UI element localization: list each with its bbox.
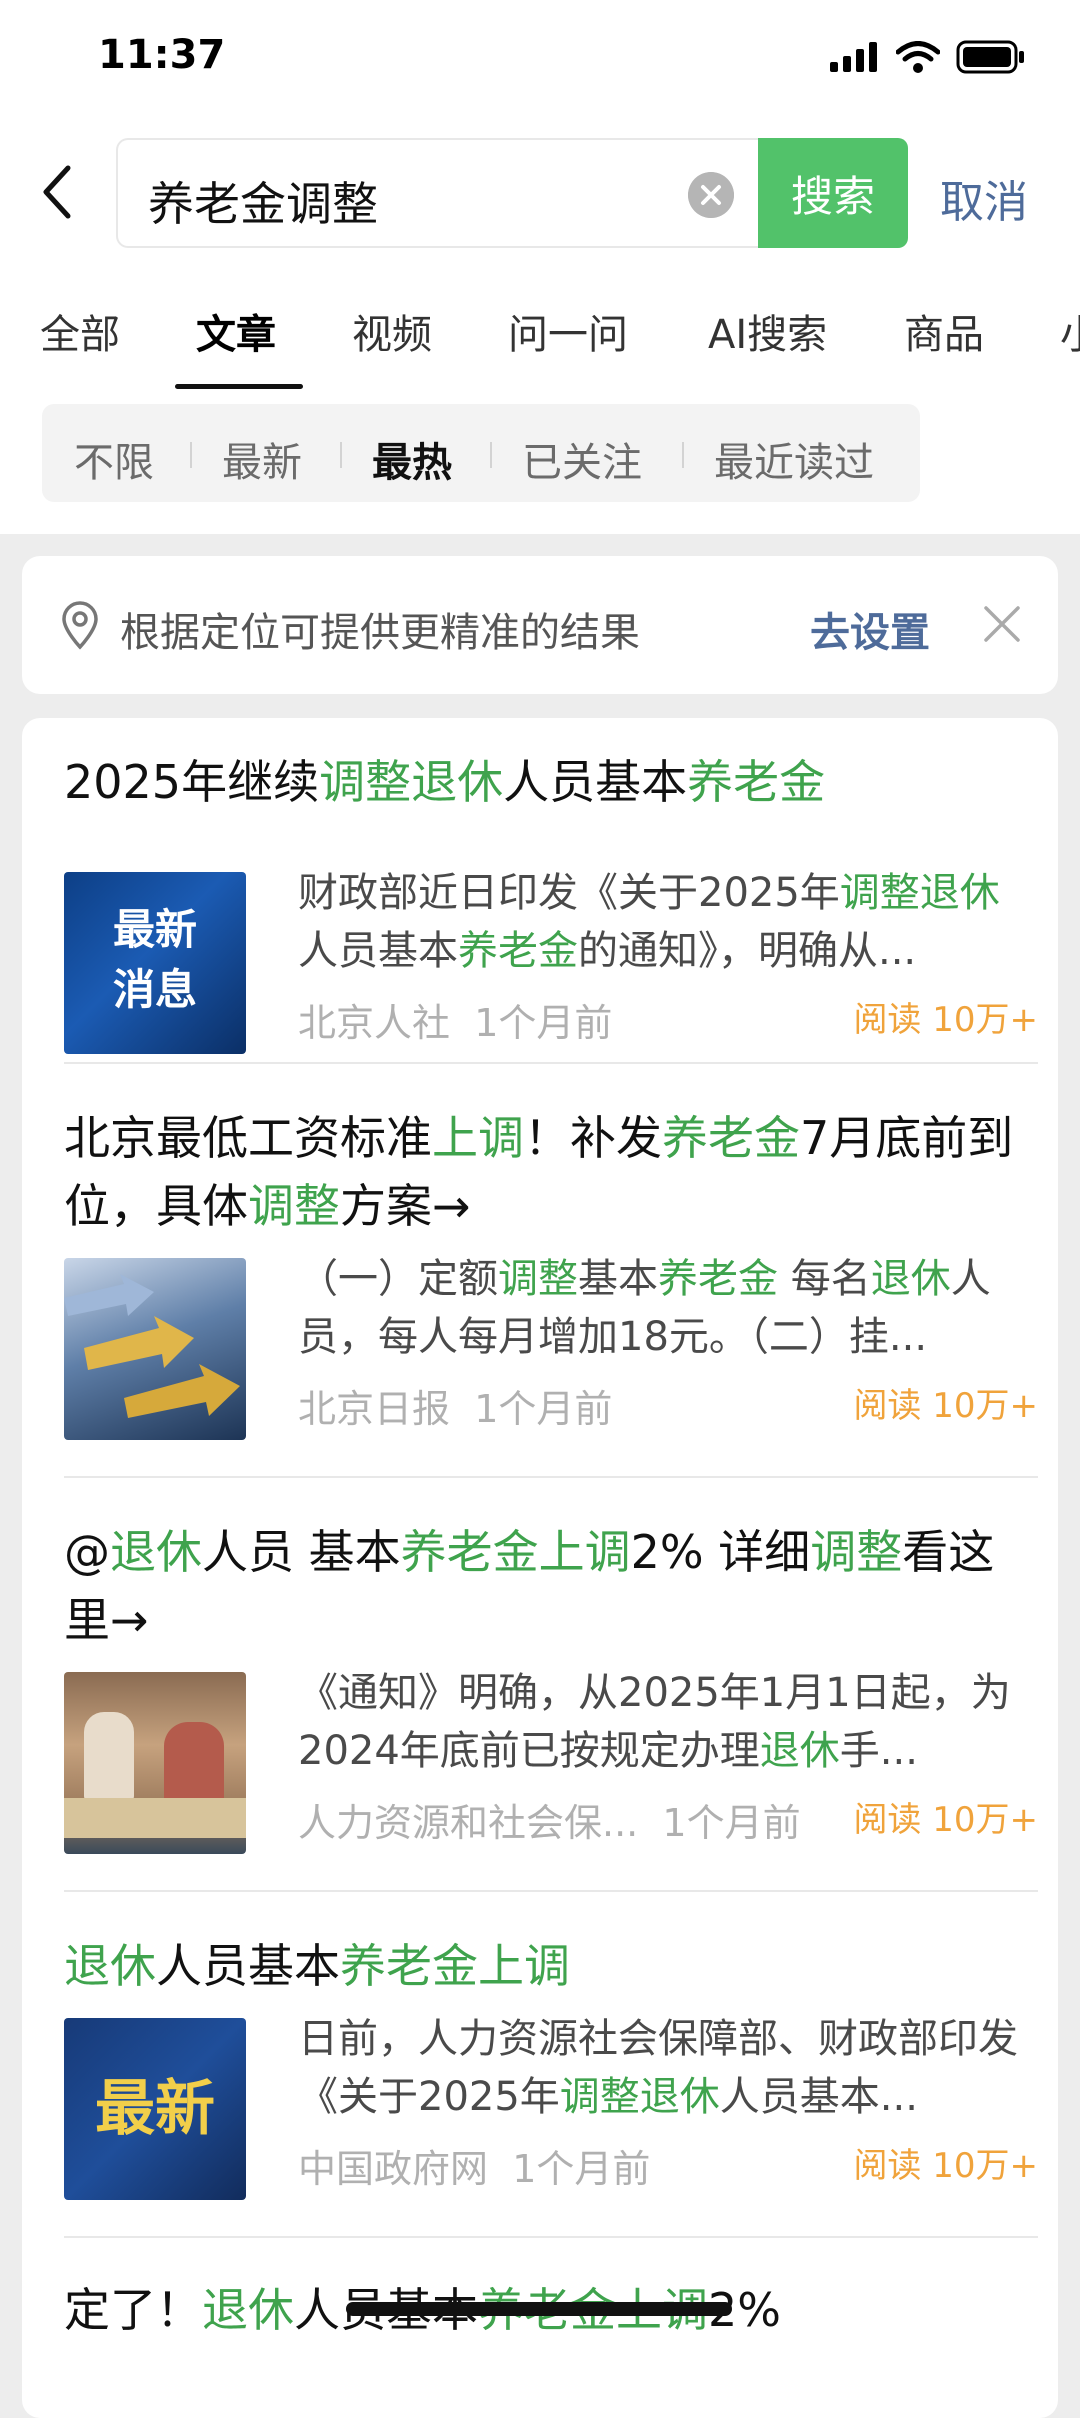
divider xyxy=(64,1890,1038,1892)
status-bar: 11:37 xyxy=(0,0,1080,120)
result-thumbnail: 最新 xyxy=(64,2018,246,2200)
search-input[interactable]: 养老金调整 xyxy=(116,138,766,248)
location-pin-icon xyxy=(62,601,98,650)
back-arrow-icon[interactable] xyxy=(36,162,80,222)
result-item[interactable]: @退休人员 基本养老金上调2% 详细调整看这里→ 《通知》明确，从2025年1月… xyxy=(64,1518,1038,1854)
result-thumbnail xyxy=(64,1258,246,1440)
tab-all[interactable]: 全部 xyxy=(40,302,120,360)
result-thumbnail xyxy=(64,1672,246,1854)
arrows-image xyxy=(64,1274,240,1418)
divider xyxy=(64,1062,1038,1064)
result-snippet: 日前，人力资源社会保障部、财政部印发《关于2025年调整退休人员基本... xyxy=(298,2016,1018,2120)
result-title[interactable]: 2025年继续调整退休人员基本养老金 xyxy=(64,748,1038,816)
filter-followed[interactable]: 已关注 xyxy=(522,430,642,488)
result-read-count: 阅读 10万+ xyxy=(853,2146,1038,2186)
result-snippet: 《通知》明确，从2025年1月1日起，为2024年底前已按规定办理退休手... xyxy=(298,1670,1011,1774)
divider xyxy=(64,1476,1038,1478)
thumbnail-text: 最新 xyxy=(95,2074,215,2144)
result-meta: 北京日报 1个月前 xyxy=(298,1378,612,1433)
result-thumbnail: 最新 消息 xyxy=(64,872,246,1054)
cancel-button[interactable]: 取消 xyxy=(940,166,1028,230)
header-area: 11:37 养老金调整 搜索 取消 全部 文章 视频 问一问 AI搜索 商品 不… xyxy=(0,0,1080,534)
result-source: 中国政府网 xyxy=(298,2147,489,2191)
signal-icon xyxy=(830,42,877,72)
result-source: 北京人社 xyxy=(298,1001,451,1045)
close-icon[interactable] xyxy=(982,604,1022,644)
search-button[interactable]: 搜索 xyxy=(758,138,908,248)
tab-articles[interactable]: 文章 xyxy=(196,302,276,360)
filter-separator xyxy=(682,442,684,468)
search-query: 养老金调整 xyxy=(148,177,378,231)
result-title[interactable]: 北京最低工资标准上调！补发养老金7月底前到位，具体调整方案→ xyxy=(64,1104,1038,1240)
clear-icon[interactable] xyxy=(688,172,734,218)
result-item[interactable]: 退休人员基本养老金上调 最新 日前，人力资源社会保障部、财政部印发《关于2025… xyxy=(64,1932,1038,2200)
filter-separator xyxy=(190,442,192,468)
tab-ask[interactable]: 问一问 xyxy=(508,302,628,360)
filter-any[interactable]: 不限 xyxy=(74,430,154,488)
filter-latest[interactable]: 最新 xyxy=(222,430,302,488)
result-snippet: 财政部近日印发《关于2025年调整退休人员基本养老金的通知》，明确从... xyxy=(298,870,1000,974)
result-source: 北京日报 xyxy=(298,1387,451,1431)
filter-separator xyxy=(340,442,342,468)
filter-hottest[interactable]: 最热 xyxy=(372,430,452,488)
result-title[interactable]: @退休人员 基本养老金上调2% 详细调整看这里→ xyxy=(64,1518,1038,1654)
tab-more[interactable]: 小 xyxy=(1060,302,1080,360)
tab-goods[interactable]: 商品 xyxy=(904,302,984,360)
battery-icon xyxy=(956,40,1024,74)
result-snippet: （一）定额调整基本养老金 每名退休人员，每人每月增加18元。（二）挂... xyxy=(298,1256,991,1360)
active-tab-indicator xyxy=(175,384,303,389)
result-source: 人力资源和社会保... xyxy=(298,1801,639,1845)
result-time: 1个月前 xyxy=(474,1387,613,1431)
result-read-count: 阅读 10万+ xyxy=(853,1386,1038,1426)
result-item[interactable]: 北京最低工资标准上调！补发养老金7月底前到位，具体调整方案→ （一）定额调整基本… xyxy=(64,1104,1038,1440)
category-tabs: 全部 文章 视频 问一问 AI搜索 商品 小 xyxy=(0,292,1080,392)
tab-ai-search[interactable]: AI搜索 xyxy=(708,302,827,360)
tab-videos[interactable]: 视频 xyxy=(352,302,432,360)
home-indicator[interactable] xyxy=(346,2302,732,2316)
result-time: 1个月前 xyxy=(662,1801,801,1845)
results-list: 2025年继续调整退休人员基本养老金 最新 消息 财政部近日印发《关于2025年调… xyxy=(22,718,1058,2418)
location-settings-link[interactable]: 去设置 xyxy=(810,600,930,658)
result-meta: 中国政府网 1个月前 xyxy=(298,2138,650,2193)
result-read-count: 阅读 10万+ xyxy=(853,1800,1038,1840)
result-time: 1个月前 xyxy=(512,2147,651,2191)
filter-bar: 不限 最新 最热 已关注 最近读过 xyxy=(42,404,920,502)
divider xyxy=(64,2236,1038,2238)
result-time: 1个月前 xyxy=(474,1001,613,1045)
result-meta: 北京人社 1个月前 xyxy=(298,992,612,1047)
status-time: 11:37 xyxy=(98,32,226,78)
result-item[interactable]: 2025年继续调整退休人员基本养老金 最新 消息 财政部近日印发《关于2025年调… xyxy=(64,748,1038,1054)
result-read-count: 阅读 10万+ xyxy=(853,1000,1038,1040)
filter-separator xyxy=(490,442,492,468)
result-meta: 人力资源和社会保... 1个月前 xyxy=(298,1792,801,1847)
wifi-icon xyxy=(896,41,940,73)
location-banner-text: 根据定位可提供更精准的结果 xyxy=(120,610,640,656)
location-banner: 根据定位可提供更精准的结果 去设置 xyxy=(22,556,1058,694)
result-title[interactable]: 退休人员基本养老金上调 xyxy=(64,1932,1038,2000)
thumbnail-text: 最新 消息 xyxy=(112,905,197,1014)
filter-recently-read[interactable]: 最近读过 xyxy=(714,430,874,488)
